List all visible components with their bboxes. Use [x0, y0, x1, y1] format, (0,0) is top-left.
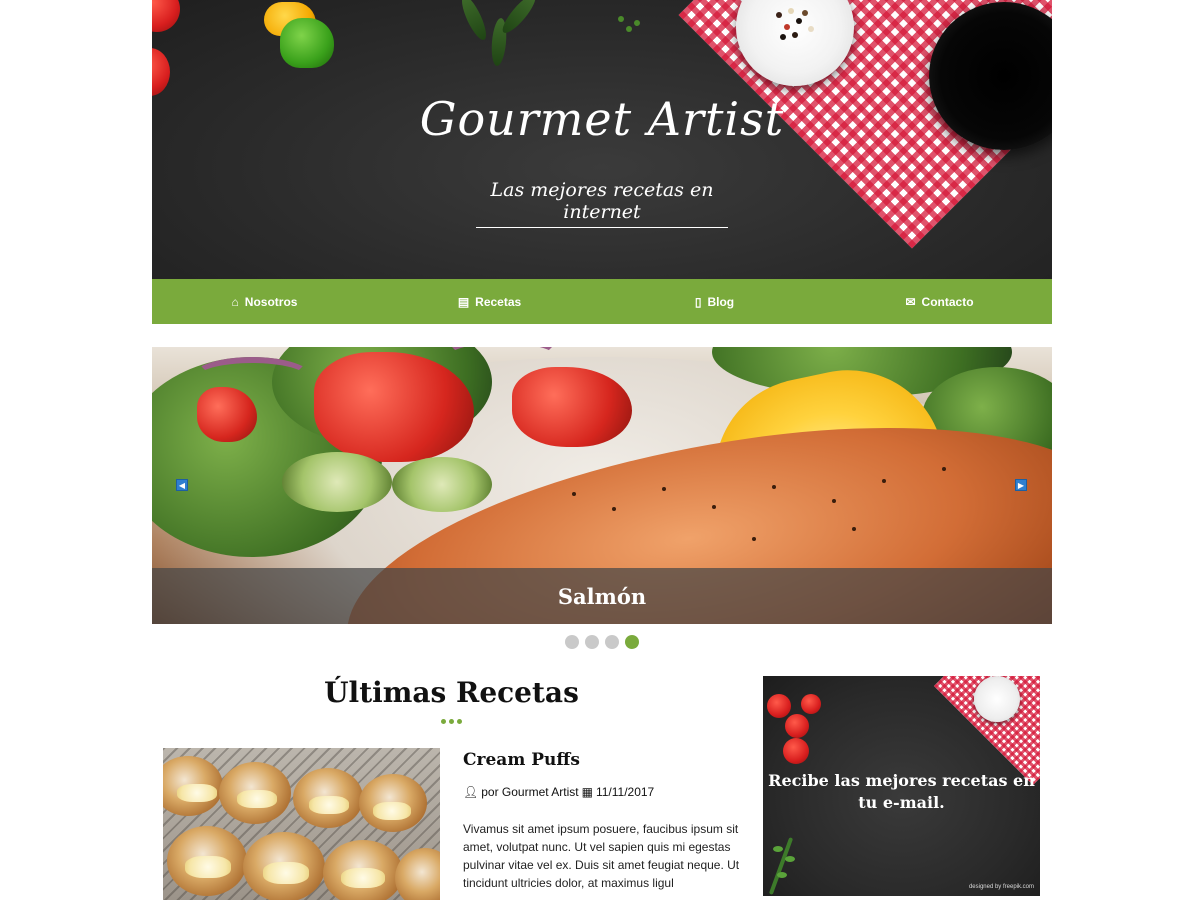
page: Gourmet Artist Las mejores recetas en in… — [0, 0, 1200, 900]
envelope-icon: ✉ — [905, 294, 916, 309]
banner-credit: designed by freepik.com — [968, 884, 1034, 890]
herb-decoration — [618, 16, 624, 22]
tomato-decoration — [152, 48, 170, 96]
site-title: Gourmet Artist — [419, 92, 785, 146]
pepper-bowl-decoration — [974, 676, 1020, 722]
recipe-date: 11/11/2017 — [595, 785, 655, 799]
pepper-decoration — [280, 18, 334, 68]
nav-item-recetas[interactable]: ▤ Recetas — [377, 279, 602, 324]
nav-item-label: Blog — [707, 294, 735, 309]
main-nav: ⌂ Nosotros ▤ Recetas ▯ Blog ✉ Contacto — [152, 279, 1052, 324]
document-icon: ▤ — [457, 294, 470, 309]
recipe-author: por Gourmet Artist — [481, 785, 579, 799]
title-divider — [441, 719, 462, 724]
herb-decoration — [626, 26, 632, 32]
recipe-excerpt: Vivamus sit amet ipsum posuere, faucibus… — [463, 822, 740, 890]
site-header: Gourmet Artist Las mejores recetas en in… — [152, 0, 1052, 279]
tomato-decoration — [767, 694, 791, 718]
banner-text: Recibe las mejores recetas en tu e-mail. — [768, 771, 1035, 812]
nav-item-contacto[interactable]: ✉ Contacto — [827, 279, 1052, 324]
section-title: Últimas Recetas — [324, 676, 579, 709]
tomato-decoration — [785, 714, 809, 738]
newsletter-banner[interactable]: Recibe las mejores recetas en tu e-mail.… — [763, 676, 1040, 896]
slider-dot-active[interactable] — [625, 635, 639, 649]
slider-dot[interactable] — [605, 635, 619, 649]
slider-next-button[interactable]: ▶ — [1015, 479, 1027, 491]
tomato-decoration — [152, 0, 180, 32]
nav-item-label: Nosotros — [244, 294, 298, 309]
nav-item-blog[interactable]: ▯ Blog — [602, 279, 827, 324]
slider-dot[interactable] — [585, 635, 599, 649]
herb-decoration — [634, 20, 640, 26]
tomato-decoration — [801, 694, 821, 714]
hero-slider: ◀ ▶ Salmón — [152, 347, 1052, 624]
slide-caption: Salmón — [152, 568, 1052, 624]
tomato-decoration — [783, 738, 809, 764]
slider-prev-button[interactable]: ◀ — [176, 479, 188, 491]
cucumber-decoration — [392, 457, 492, 512]
slider-pagination — [565, 635, 639, 649]
site-tagline: Las mejores recetas en internet — [476, 179, 728, 228]
recipe-title-link[interactable]: Cream Puffs — [463, 750, 580, 770]
recipe-meta: 👤︎ por Gourmet Artist ▦ 11/11/2017 — [463, 785, 654, 799]
leaf-decoration — [498, 0, 540, 37]
nav-item-label: Recetas — [475, 294, 522, 309]
calendar-icon: ▦ — [581, 785, 593, 799]
nav-item-nosotros[interactable]: ⌂ Nosotros — [152, 279, 377, 324]
cucumber-decoration — [282, 452, 392, 512]
file-icon: ▯ — [694, 294, 702, 309]
leaf-decoration — [457, 0, 491, 43]
home-icon: ⌂ — [231, 294, 239, 309]
nav-item-label: Contacto — [921, 294, 974, 309]
recipe-image[interactable] — [163, 748, 440, 900]
user-icon: 👤︎ — [463, 785, 479, 799]
slider-dot[interactable] — [565, 635, 579, 649]
